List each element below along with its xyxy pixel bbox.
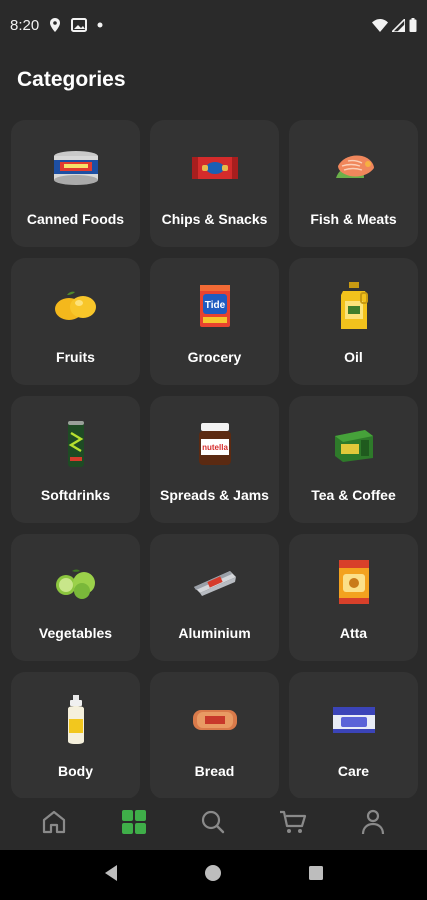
category-tile-care[interactable]: Care [289,672,418,799]
category-tile-chips-snacks[interactable]: Chips & Snacks [150,120,279,247]
nav-cart[interactable] [265,798,321,850]
category-label: Grocery [187,349,242,365]
cart-icon [279,809,307,840]
grocery-icon: Tide [150,280,279,332]
category-tile-grocery[interactable]: Tide Grocery [150,258,279,385]
system-home-button[interactable] [193,855,233,895]
categories-screen: 8:20 Categories Canned Foods Chips & Sna… [0,0,427,900]
category-tile-aluminium[interactable]: Aluminium [150,534,279,661]
bottom-navigation [0,798,427,850]
system-recents-button[interactable] [296,855,336,895]
bread-icon [150,694,279,746]
vegetables-icon [11,556,140,608]
status-time: 8:20 [10,16,40,34]
atta-icon [289,556,418,608]
category-label: Care [337,763,370,779]
category-label: Chips & Snacks [161,211,268,227]
home-circle-icon [204,864,222,887]
category-label: Body [58,763,93,779]
system-navigation [0,850,427,900]
tea-coffee-icon [289,418,418,470]
nav-categories[interactable] [106,798,162,850]
oil-icon [289,280,418,332]
category-label: Canned Foods [26,211,125,227]
fish-meats-icon [289,142,418,194]
status-bar: 8:20 [0,0,427,50]
image-icon [71,18,88,32]
location-icon [49,18,61,32]
softdrinks-icon [11,418,140,470]
battery-icon [409,18,417,32]
category-tile-spreads-jams[interactable]: nutella Spreads & Jams [150,396,279,523]
profile-icon [361,809,385,840]
category-tile-fruits[interactable]: Fruits [11,258,140,385]
nav-home[interactable] [26,798,82,850]
chips-snacks-icon [150,142,279,194]
category-label: Vegetables [38,625,113,641]
nav-search[interactable] [185,798,241,850]
aluminium-icon [150,556,279,608]
category-label: Atta [339,625,368,641]
category-label: Tea & Coffee [311,487,396,503]
fruits-icon [11,280,140,332]
wifi-icon [372,18,388,32]
category-tile-fish-meats[interactable]: Fish & Meats [289,120,418,247]
recents-icon [308,865,324,886]
nav-profile[interactable] [345,798,401,850]
categories-icon [121,809,147,840]
category-grid: Canned Foods Chips & Snacks Fish & Meats… [11,120,418,799]
search-icon [200,809,226,840]
dot-icon [97,22,103,28]
category-label: Spreads & Jams [160,487,269,503]
category-tile-atta[interactable]: Atta [289,534,418,661]
care-icon [289,694,418,746]
canned-foods-icon [11,142,140,194]
back-icon [103,864,119,887]
page-title: Categories [17,68,126,91]
signal-icon [392,18,405,32]
category-tile-tea-coffee[interactable]: Tea & Coffee [289,396,418,523]
category-tile-canned-foods[interactable]: Canned Foods [11,120,140,247]
category-label: Bread [194,763,235,779]
category-label: Aluminium [178,625,251,641]
category-tile-bread[interactable]: Bread [150,672,279,799]
spreads-jams-icon: nutella [150,418,279,470]
category-label: Fruits [56,349,95,365]
category-tile-softdrinks[interactable]: Softdrinks [11,396,140,523]
category-tile-vegetables[interactable]: Vegetables [11,534,140,661]
category-tile-oil[interactable]: Oil [289,258,418,385]
system-back-button[interactable] [91,855,131,895]
svg-text:nutella: nutella [202,443,228,452]
category-label: Fish & Meats [310,211,397,227]
svg-text:Tide: Tide [204,300,225,311]
category-label: Softdrinks [40,487,111,503]
category-label: Oil [344,349,363,365]
category-tile-body[interactable]: Body [11,672,140,799]
body-icon [11,694,140,746]
home-icon [41,809,67,840]
